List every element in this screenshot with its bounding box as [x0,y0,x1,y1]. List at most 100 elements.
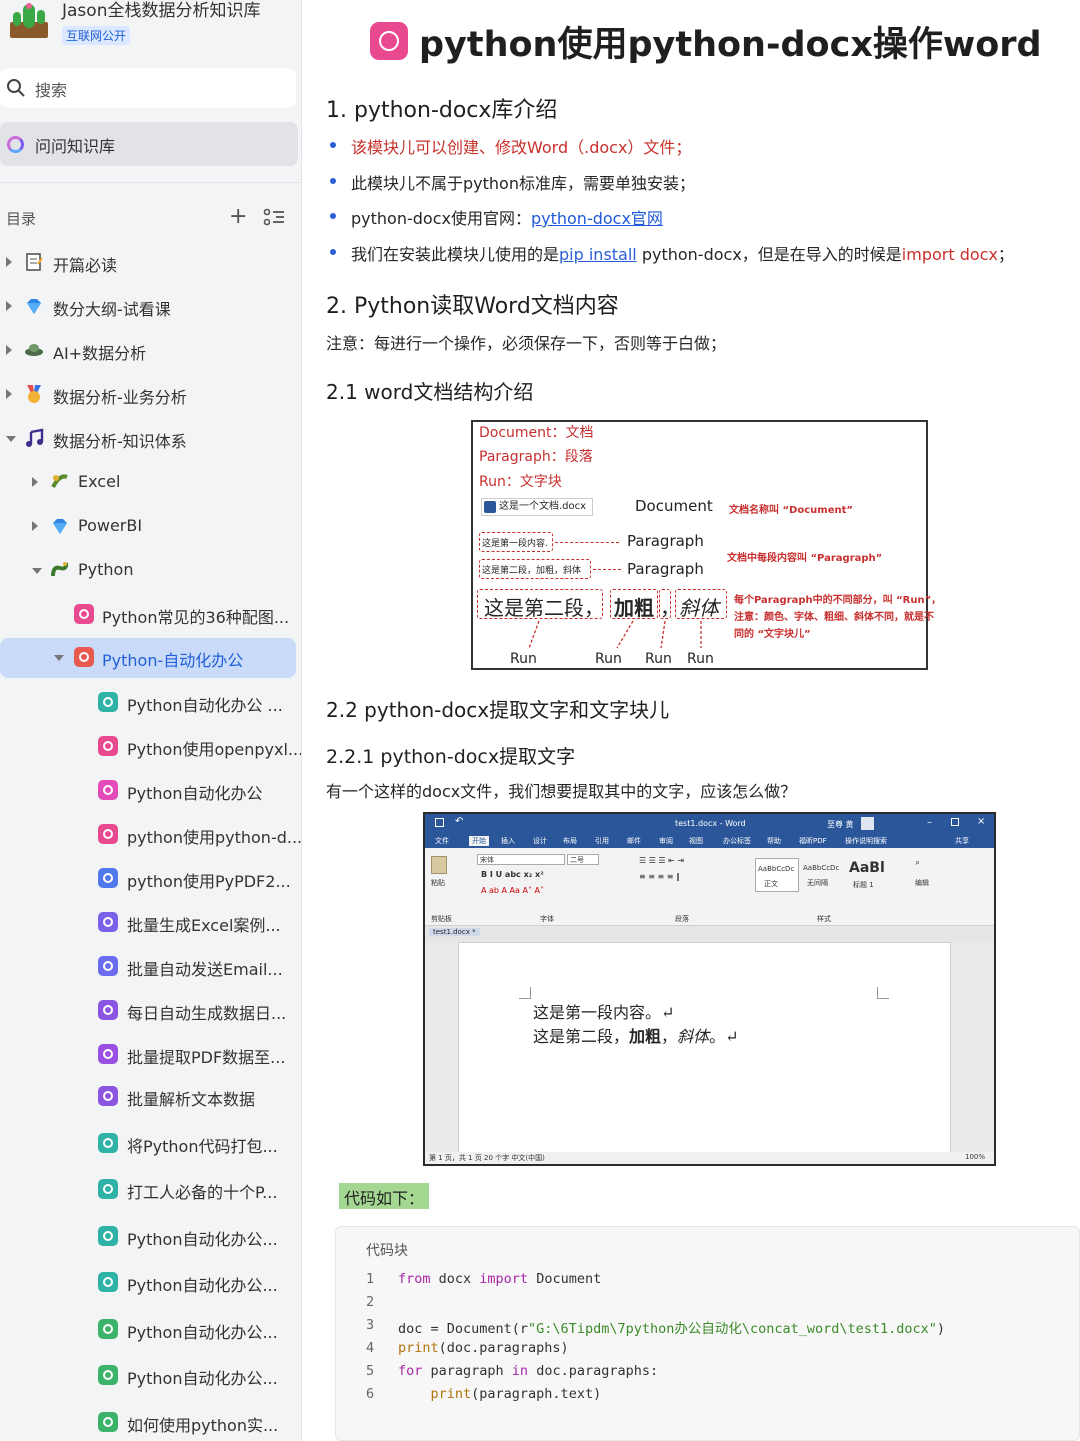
sidebar-item[interactable]: Python自动化办公... [0,1263,300,1303]
word-ribbon-tab: 福昕PDF [799,837,827,845]
sidebar-item[interactable]: Python自动化办公... [0,1217,300,1257]
chevron-right-icon[interactable] [6,345,12,355]
bullet-text: 此模块儿不属于python标准库，需要单独安装； [351,174,695,193]
undo-icon: ↶ [455,816,464,827]
sidebar-item[interactable]: PowerBI [0,507,300,547]
word-page: 这是第一段内容。↵ 这是第二段，加粗，斜体。↵ [458,942,951,1154]
word-ribbon: 粘贴 宋体 二号 B I U abc x₂ x² A ab A Aa A˄ A˅… [425,848,994,926]
word-ribbon-tab: 布局 [563,837,577,845]
sidebar-item[interactable]: python使用python-d... [0,815,301,855]
sidebar-item[interactable]: Python自动化办公 [0,771,300,811]
code-source: print(doc.paragraphs) [398,1340,569,1356]
word-ribbon-tab: 引用 [595,837,609,845]
toc-label: 目录 [6,210,37,228]
code-token: (doc.paragraphs) [438,1340,569,1356]
avatar [861,817,874,830]
sidebar-item-label: Python自动化办公 [127,784,263,803]
run-label: Run [645,651,672,667]
ask-knowledge-base-label: 问问知识库 [35,137,116,156]
chevron-right-icon[interactable] [6,389,12,399]
sidebar-item[interactable]: 开篇必读 [0,243,300,283]
sidebar-item-label: 批量解析文本数据 [127,1090,256,1109]
sidebar-item-label: python使用PyPDF2... [127,872,291,891]
bullet-text-prefix: python-docx使用官网： [351,209,531,228]
run-label: Run [510,651,537,667]
pip-install-link[interactable]: pip install [559,245,637,264]
word-ribbon-tab: 插入 [501,837,515,845]
sidebar-item[interactable]: 数据分析-业务分析 [0,375,300,415]
code-source: doc = Document(r"G:\6Tipdm\7python办公自动化\… [398,1317,945,1337]
sidebar-item[interactable]: 批量解析文本数据 [0,1077,300,1117]
code-block-label: 代码块 [366,1243,408,1259]
chevron-down-icon[interactable] [6,436,16,442]
sidebar-item[interactable]: python使用PyPDF2... [0,859,300,899]
code-source: for paragraph in doc.paragraphs: [398,1363,658,1379]
sidebar-item[interactable]: 将Python代码打包... [0,1124,300,1164]
visibility-badge: 互联网公开 [62,26,131,45]
sidebar-item[interactable]: Excel [0,463,300,503]
code-token: print [398,1340,439,1356]
doc-icon [98,1365,118,1385]
doc-icon [74,647,94,667]
sidebar-item-label: Python-自动化办公 [102,651,244,670]
toc-list-icon[interactable] [263,207,285,227]
knowledge-base-header[interactable]: Jason全栈数据分析知识库 互联网公开 [6,0,296,52]
sidebar-item-label: 批量提取PDF数据至... [127,1048,286,1067]
sidebar-item[interactable]: 数据分析-知识体系 [0,419,300,459]
music-icon [24,428,44,448]
sidebar-item[interactable]: Python自动化办公 ... [0,683,300,723]
sidebar: Jason全栈数据分析知识库 互联网公开 搜索 问问知识库 目录 + 开篇必读数… [0,0,302,1441]
chevron-down-icon[interactable] [54,655,64,661]
sidebar-item[interactable]: Python-自动化办公 [0,638,296,678]
line-number: 4 [366,1340,375,1356]
sidebar-item[interactable]: Python自动化办公... [0,1356,300,1396]
paste-icon [431,856,447,874]
ufo-icon [24,340,44,360]
python-icon [50,560,70,580]
sidebar-item[interactable]: Python [0,551,300,591]
run-label: Run [687,651,714,667]
sidebar-item-label: 将Python代码打包... [127,1137,278,1156]
sidebar-item[interactable]: 批量生成Excel案例... [0,903,300,943]
code-token: in [511,1363,529,1379]
doc-icon [98,912,118,932]
notebook-icon [24,252,44,272]
maximize-icon [951,818,959,826]
list-icons: ☰ ☰ ☰ ⇤ ⇥ [639,856,685,865]
add-icon[interactable]: + [229,206,247,228]
search-icon [7,79,25,97]
search-input[interactable]: 搜索 [0,68,296,108]
sidebar-item[interactable]: Python自动化办公... [0,1310,300,1350]
margin-mark [877,987,889,999]
sidebar-item[interactable]: 批量提取PDF数据至... [0,1035,300,1075]
code-token: print [430,1386,472,1402]
chevron-right-icon[interactable] [6,257,12,267]
sidebar-item[interactable]: 如何使用python实... [0,1403,300,1441]
code-source: from docx import Document [398,1271,601,1287]
doc-icon [98,1226,118,1246]
python-docx-website-link[interactable]: python-docx官网 [531,209,663,228]
sidebar-item[interactable]: 批量自动发送Email... [0,947,300,987]
save-icon [435,818,444,827]
chevron-right-icon[interactable] [32,477,38,487]
doc-icon [98,780,118,800]
sidebar-item[interactable]: 数分大纲-试看课 [0,287,300,327]
ask-knowledge-base-button[interactable]: 问问知识库 [0,122,298,166]
ribbon-group-label: 段落 [675,915,689,923]
sidebar-item-label: Python自动化办公... [127,1323,278,1342]
sidebar-item[interactable]: 打工人必备的十个P... [0,1170,300,1210]
sidebar-item-label: 数分大纲-试看课 [53,300,171,319]
doc-icon [98,692,118,712]
word-zoom: 100% [965,1153,986,1161]
word-ribbon-tab: 帮助 [767,837,781,845]
style-preview: AaBbCcDc [803,864,840,872]
sidebar-item[interactable]: Python使用openpyxl... [0,727,301,767]
sidebar-item[interactable]: AI+数据分析 [0,331,300,371]
word-run-3: ， [661,1027,678,1046]
chevron-right-icon[interactable] [6,301,12,311]
chevron-down-icon[interactable] [32,568,42,574]
sidebar-item[interactable]: 每日自动生成数据日... [0,991,300,1031]
heading-section-1: 1. python-docx库介绍 [326,98,558,123]
sidebar-item[interactable]: Python常见的36种配图... [0,595,300,635]
chevron-right-icon[interactable] [32,521,38,531]
